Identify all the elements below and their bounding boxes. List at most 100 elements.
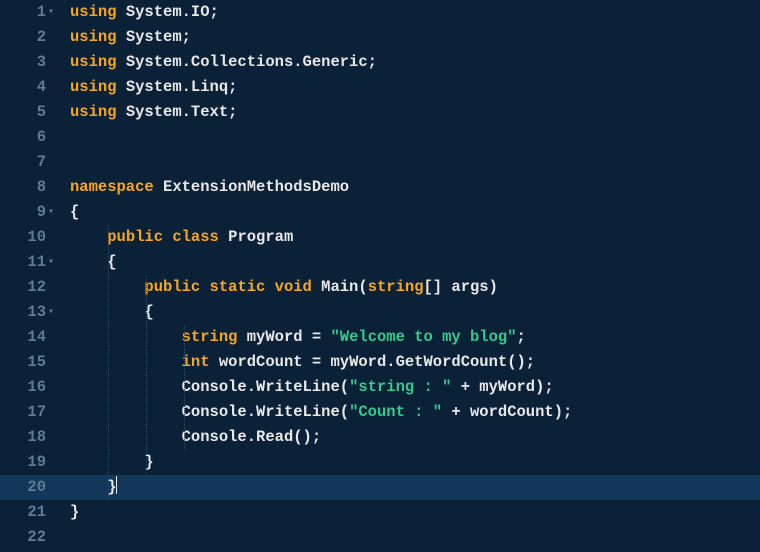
indent-guide <box>108 250 109 275</box>
code-token: System.Text <box>126 103 228 121</box>
code-token <box>70 228 107 246</box>
indent-guide <box>146 450 147 475</box>
line-number: 21 <box>0 500 46 525</box>
indent-guide <box>146 275 147 300</box>
code-token: myWord.GetWordCount(); <box>330 353 535 371</box>
line-number: 7 <box>0 150 46 175</box>
fold-toggle-icon[interactable]: ▾ <box>46 0 56 25</box>
code-token: using <box>70 28 126 46</box>
code-line[interactable]: } <box>70 450 760 475</box>
code-token: = <box>312 353 331 371</box>
indent-guide <box>108 425 109 450</box>
code-line[interactable]: Console.WriteLine("string : " + myWord); <box>70 375 760 400</box>
code-token <box>70 403 182 421</box>
indent-guide <box>146 300 147 325</box>
code-token <box>70 353 182 371</box>
code-token: using <box>70 3 126 21</box>
line-number: 8 <box>0 175 46 200</box>
indent-guide <box>108 450 109 475</box>
indent-guide <box>108 225 109 250</box>
line-number: 5 <box>0 100 46 125</box>
code-token <box>70 478 107 496</box>
line-number: 17 <box>0 400 46 425</box>
line-number: 14 <box>0 325 46 350</box>
indent-guide <box>184 425 185 450</box>
line-number: 2 <box>0 25 46 50</box>
code-token: Console.Read(); <box>182 428 322 446</box>
code-token: public class <box>107 228 228 246</box>
indent-guide <box>108 375 109 400</box>
indent-guide <box>184 350 185 375</box>
code-line[interactable]: using System.Linq; <box>70 75 760 100</box>
indent-guide <box>108 300 109 325</box>
code-token: int <box>182 353 219 371</box>
code-line[interactable]: int wordCount = myWord.GetWordCount(); <box>70 350 760 375</box>
code-token: using <box>70 53 126 71</box>
code-line[interactable]: Console.WriteLine("Count : " + wordCount… <box>70 400 760 425</box>
line-number: 11▾ <box>0 250 46 275</box>
code-token: Program <box>228 228 293 246</box>
line-number: 22 <box>0 525 46 550</box>
code-token: string <box>368 278 424 296</box>
code-token <box>70 378 182 396</box>
code-line[interactable] <box>70 150 760 175</box>
line-number: 9▾ <box>0 200 46 225</box>
indent-guide <box>146 425 147 450</box>
indent-guide <box>108 275 109 300</box>
code-token: ; <box>182 28 191 46</box>
code-token: = <box>312 328 331 346</box>
indent-guide <box>108 325 109 350</box>
code-token: ; <box>228 103 237 121</box>
code-line[interactable]: { <box>70 250 760 275</box>
code-line[interactable] <box>70 525 760 550</box>
code-token <box>70 428 182 446</box>
code-token: namespace <box>70 178 163 196</box>
code-line[interactable]: { <box>70 200 760 225</box>
code-line[interactable]: } <box>70 475 760 500</box>
indent-guide <box>184 375 185 400</box>
code-token: Console.WriteLine( <box>182 378 349 396</box>
code-line[interactable]: using System.Text; <box>70 100 760 125</box>
indent-guide <box>146 375 147 400</box>
code-token: System.Linq <box>126 78 228 96</box>
code-token: wordCount <box>219 353 312 371</box>
line-number: 20 <box>0 475 46 500</box>
code-line[interactable]: using System; <box>70 25 760 50</box>
code-token: ( <box>358 278 367 296</box>
code-line[interactable]: using System.IO; <box>70 0 760 25</box>
indent-guide <box>146 325 147 350</box>
fold-toggle-icon[interactable]: ▾ <box>46 250 56 275</box>
code-line[interactable]: string myWord = "Welcome to my blog"; <box>70 325 760 350</box>
code-line[interactable]: Console.Read(); <box>70 425 760 450</box>
code-token <box>70 253 107 271</box>
code-line[interactable]: } <box>70 500 760 525</box>
code-token: { <box>70 203 79 221</box>
line-number: 19 <box>0 450 46 475</box>
gutter: 1▾23456789▾1011▾1213▾141516171819202122 <box>0 0 56 552</box>
code-token: ; <box>517 328 526 346</box>
indent-guide <box>184 325 185 350</box>
line-number: 16 <box>0 375 46 400</box>
code-line[interactable]: public class Program <box>70 225 760 250</box>
line-number: 1▾ <box>0 0 46 25</box>
code-line[interactable]: { <box>70 300 760 325</box>
line-number: 4 <box>0 75 46 100</box>
fold-toggle-icon[interactable]: ▾ <box>46 200 56 225</box>
indent-guide <box>108 350 109 375</box>
code-line[interactable]: public static void Main(string[] args) <box>70 275 760 300</box>
code-line[interactable]: using System.Collections.Generic; <box>70 50 760 75</box>
code-token: myWord <box>247 328 312 346</box>
code-token: "Count : " <box>349 403 442 421</box>
code-token: string <box>182 328 247 346</box>
code-token: "string : " <box>349 378 451 396</box>
indent-guide <box>108 400 109 425</box>
indent-guide <box>184 400 185 425</box>
code-line[interactable]: namespace ExtensionMethodsDemo <box>70 175 760 200</box>
code-token: Console.WriteLine( <box>182 403 349 421</box>
line-number: 6 <box>0 125 46 150</box>
code-token: [] args) <box>424 278 498 296</box>
code-area[interactable]: using System.IO;using System;using Syste… <box>56 0 760 552</box>
code-line[interactable] <box>70 125 760 150</box>
fold-toggle-icon[interactable]: ▾ <box>46 300 56 325</box>
code-editor[interactable]: 1▾23456789▾1011▾1213▾141516171819202122 … <box>0 0 760 552</box>
